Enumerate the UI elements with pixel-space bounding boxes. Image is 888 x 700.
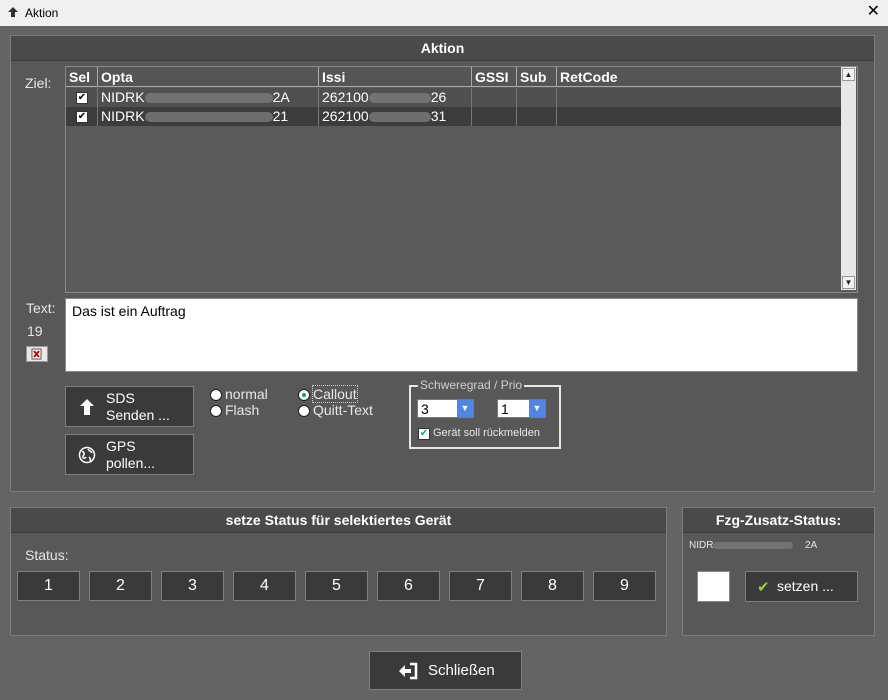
radio-normal-label: normal xyxy=(225,386,268,402)
prio-select[interactable]: 1 ▼ xyxy=(497,399,546,418)
vertical-scrollbar[interactable]: ▲ ▼ xyxy=(841,67,856,290)
setzen-label: setzen ... xyxy=(777,578,834,594)
gssi-cell xyxy=(472,88,517,107)
opta-cell: NIDRK 21 xyxy=(98,107,319,126)
gps-poll-label: GPS pollen... xyxy=(106,438,156,471)
redacted-blur xyxy=(144,112,273,123)
sds-send-label: SDS Senden ... xyxy=(106,390,170,423)
scroll-down-icon[interactable]: ▼ xyxy=(842,276,855,289)
sub-cell xyxy=(517,88,557,107)
select-checkbox[interactable]: ✔ xyxy=(76,92,88,104)
scroll-up-icon[interactable]: ▲ xyxy=(842,68,855,81)
sub-cell xyxy=(517,107,557,126)
table-row[interactable]: ✔ NIDRK 2A 262100 26 xyxy=(66,88,841,107)
zusatz-panel-title: Fzg-Zusatz-Status: xyxy=(683,508,874,533)
status-panel-title: setze Status für selektiertes Gerät xyxy=(11,508,666,533)
zusatz-color-box[interactable] xyxy=(697,571,730,602)
schweregrad-select[interactable]: 3 ▼ xyxy=(417,399,474,418)
redacted-blur xyxy=(368,112,431,123)
prio-value: 1 xyxy=(501,401,509,417)
col-sel[interactable]: Sel xyxy=(66,67,98,87)
col-sub[interactable]: Sub xyxy=(517,67,557,87)
opta-prefix: NIDRK xyxy=(101,89,145,105)
gssi-cell xyxy=(472,107,517,126)
opta-cell: NIDRK 2A xyxy=(98,88,319,107)
col-gssi[interactable]: GSSI xyxy=(472,67,517,87)
status-button-2[interactable]: 2 xyxy=(89,571,152,601)
issi-suffix: 26 xyxy=(430,89,447,105)
zusatz-device: NIDR xyxy=(689,540,794,551)
opta-suffix: 21 xyxy=(272,108,289,124)
message-text: Das ist ein Auftrag xyxy=(72,303,186,319)
redacted-blur xyxy=(368,93,431,104)
radio-callout-label: Callout xyxy=(312,385,358,403)
retcode-cell xyxy=(557,88,841,107)
redacted-blur xyxy=(713,541,794,549)
rueckmelden-label: Gerät soll rückmelden xyxy=(433,427,540,439)
status-button-9[interactable]: 9 xyxy=(593,571,656,601)
clear-text-icon[interactable] xyxy=(26,346,48,362)
radio-quitt[interactable] xyxy=(298,405,310,417)
issi-cell: 262100 26 xyxy=(319,88,472,107)
char-count: 19 xyxy=(27,323,43,339)
message-textarea[interactable]: Das ist ein Auftrag xyxy=(65,298,858,372)
table-row[interactable]: ✔ NIDRK 21 262100 31 xyxy=(66,107,841,126)
text-label: Text: xyxy=(26,300,56,316)
target-grid[interactable]: Sel Opta Issi GSSI Sub RetCode ✔ NIDRK 2A… xyxy=(65,66,858,293)
arrow-up-icon xyxy=(8,7,18,17)
sel-cell[interactable]: ✔ xyxy=(66,107,98,126)
arrow-up-icon xyxy=(80,399,94,415)
issi-prefix: 262100 xyxy=(322,108,369,124)
close-button[interactable]: Schließen xyxy=(369,651,522,690)
opta-prefix: NIDRK xyxy=(101,108,145,124)
sds-send-button[interactable]: SDS Senden ... xyxy=(65,386,194,427)
globe-icon xyxy=(78,446,96,464)
schweregrad-legend: Schweregrad / Prio xyxy=(418,378,525,392)
retcode-cell xyxy=(557,107,841,126)
status-button-7[interactable]: 7 xyxy=(449,571,512,601)
radio-flash-label: Flash xyxy=(225,402,260,418)
status-button-5[interactable]: 5 xyxy=(305,571,368,601)
window-title: Aktion xyxy=(25,6,59,20)
status-label: Status: xyxy=(25,547,69,563)
issi-suffix: 31 xyxy=(430,108,447,124)
radio-quitt-label: Quitt-Text xyxy=(313,402,373,418)
ziel-label: Ziel: xyxy=(25,75,52,91)
issi-cell: 262100 31 xyxy=(319,107,472,126)
status-button-3[interactable]: 3 xyxy=(161,571,224,601)
radio-callout[interactable] xyxy=(298,389,310,401)
status-button-6[interactable]: 6 xyxy=(377,571,440,601)
close-button-label: Schließen xyxy=(428,662,495,679)
zusatz-device-prefix: NIDR xyxy=(689,540,714,551)
grid-header: Sel Opta Issi GSSI Sub RetCode xyxy=(66,67,841,87)
col-opta[interactable]: Opta xyxy=(98,67,319,87)
select-checkbox[interactable]: ✔ xyxy=(76,111,88,123)
rueckmelden-checkbox[interactable]: ✔ xyxy=(418,428,430,440)
redacted-blur xyxy=(144,93,273,104)
issi-prefix: 262100 xyxy=(322,89,369,105)
close-icon[interactable]: ✕ xyxy=(867,3,880,21)
chevron-down-icon[interactable]: ▼ xyxy=(529,400,545,417)
setzen-button[interactable]: ✔ setzen ... xyxy=(745,571,858,602)
sel-cell[interactable]: ✔ xyxy=(66,88,98,107)
chevron-down-icon[interactable]: ▼ xyxy=(457,400,473,417)
checkmark-icon: ✔ xyxy=(757,579,770,596)
radio-flash[interactable] xyxy=(210,405,222,417)
status-button-8[interactable]: 8 xyxy=(521,571,584,601)
window-titlebar: Aktion ✕ xyxy=(0,0,888,26)
col-issi[interactable]: Issi xyxy=(319,67,472,87)
aktion-panel-title: Aktion xyxy=(11,36,874,61)
exit-icon xyxy=(399,662,418,680)
status-button-1[interactable]: 1 xyxy=(17,571,80,601)
zusatz-device-suffix: 2A xyxy=(805,540,818,551)
status-button-4[interactable]: 4 xyxy=(233,571,296,601)
gps-poll-button[interactable]: GPS pollen... xyxy=(65,434,194,475)
opta-suffix: 2A xyxy=(272,89,290,105)
schweregrad-value: 3 xyxy=(421,401,429,417)
radio-normal[interactable] xyxy=(210,389,222,401)
col-retcode[interactable]: RetCode xyxy=(557,67,841,87)
